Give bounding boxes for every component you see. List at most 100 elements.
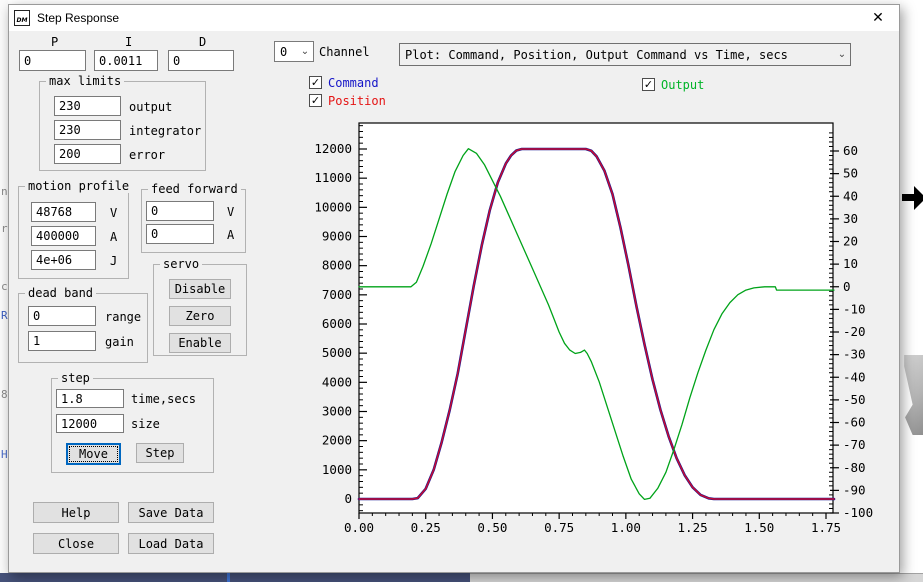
svg-text:4000: 4000 <box>322 374 352 389</box>
background-text-fragment: n <box>1 185 8 198</box>
background-window-left-sliver: nrcR8(H <box>0 0 8 573</box>
position-checkbox[interactable]: ✓ <box>309 94 322 107</box>
command-checkbox[interactable]: ✓ <box>309 76 322 89</box>
step-size-field[interactable] <box>56 414 124 433</box>
screen: { "window": { "title": "Step Response", … <box>0 0 923 582</box>
chevron-down-icon: ⌄ <box>297 46 313 57</box>
svg-text:3000: 3000 <box>322 403 352 418</box>
plot-background <box>359 123 833 513</box>
dead-band-range-field[interactable] <box>28 306 96 326</box>
svg-text:0.25: 0.25 <box>411 520 441 535</box>
background-text-fragment: R <box>1 309 8 322</box>
svg-text:7000: 7000 <box>322 287 352 302</box>
svg-text:1.25: 1.25 <box>678 520 708 535</box>
d-gain-field[interactable] <box>168 50 234 71</box>
ff-acceleration-label: A <box>227 228 234 242</box>
max-error-field[interactable] <box>54 144 121 164</box>
help-button[interactable]: Help <box>33 502 119 523</box>
i-gain-field[interactable] <box>94 50 158 71</box>
step-response-plot: 0.000.250.500.751.001.251.501.7501000200… <box>301 109 879 555</box>
command-legend-label: Command <box>328 76 379 90</box>
svg-text:-90: -90 <box>843 482 866 497</box>
svg-text:0.00: 0.00 <box>344 520 374 535</box>
position-legend-label: Position <box>328 94 386 108</box>
svg-text:-50: -50 <box>843 392 866 407</box>
step-time-field[interactable] <box>56 389 124 408</box>
svg-text:2000: 2000 <box>322 433 352 448</box>
servo-zero-button[interactable]: Zero <box>169 306 231 326</box>
servo-enable-button[interactable]: Enable <box>169 333 231 353</box>
svg-text:10: 10 <box>843 256 858 271</box>
motion-profile-title: motion profile <box>25 179 132 193</box>
chevron-down-icon: ⌄ <box>834 49 850 60</box>
close-button[interactable]: Close <box>33 533 119 554</box>
svg-text:50: 50 <box>843 166 858 181</box>
plot-type-select[interactable]: Plot: Command, Position, Output Command … <box>399 43 851 66</box>
plot-type-value: Plot: Command, Position, Output Command … <box>400 48 834 62</box>
svg-text:1.50: 1.50 <box>744 520 774 535</box>
output-checkbox[interactable]: ✓ <box>642 78 655 91</box>
acceleration-field[interactable] <box>31 226 96 246</box>
svg-text:12000: 12000 <box>314 141 352 156</box>
svg-text:0: 0 <box>843 279 851 294</box>
max-integrator-label: integrator <box>129 124 201 138</box>
dead-band-title: dead band <box>25 286 96 300</box>
acceleration-label: A <box>110 230 117 244</box>
svg-text:11000: 11000 <box>314 170 352 185</box>
move-button[interactable]: Move <box>66 443 121 465</box>
check-icon: ✓ <box>311 95 320 106</box>
ff-velocity-label: V <box>227 205 234 219</box>
step-size-label: size <box>131 417 160 431</box>
background-text-fragment: 8( <box>1 388 8 401</box>
p-gain-field[interactable] <box>19 50 86 71</box>
step-title: step <box>58 371 93 385</box>
jerk-label: J <box>110 254 117 268</box>
load-data-button[interactable]: Load Data <box>128 533 214 554</box>
step-button[interactable]: Step <box>136 443 184 463</box>
max-error-label: error <box>129 148 165 162</box>
gray-3d-arrow-icon <box>900 355 923 435</box>
svg-text:20: 20 <box>843 234 858 249</box>
max-limits-title: max limits <box>46 74 124 88</box>
svg-text:8000: 8000 <box>322 258 352 273</box>
background-text-fragment: H <box>1 448 8 461</box>
ff-acceleration-field[interactable] <box>146 224 214 244</box>
d-label: D <box>199 35 206 49</box>
max-output-label: output <box>129 100 172 114</box>
background-bottom-band-right <box>470 573 923 582</box>
svg-text:5000: 5000 <box>322 345 352 360</box>
check-icon: ✓ <box>644 79 653 90</box>
background-accent-line <box>227 573 230 582</box>
dead-band-gain-label: gain <box>105 335 134 349</box>
velocity-label: V <box>110 206 117 220</box>
svg-text:0: 0 <box>344 491 352 506</box>
max-output-field[interactable] <box>54 96 121 116</box>
velocity-field[interactable] <box>31 202 96 222</box>
dead-band-gain-field[interactable] <box>28 331 96 351</box>
background-text-fragment: c <box>1 280 8 293</box>
ff-velocity-field[interactable] <box>146 201 214 221</box>
background-window-bottom-band <box>0 573 470 582</box>
servo-disable-button[interactable]: Disable <box>169 279 231 299</box>
channel-select[interactable]: 0 ⌄ <box>274 41 314 62</box>
svg-text:9000: 9000 <box>322 228 352 243</box>
svg-text:-70: -70 <box>843 437 866 452</box>
step-response-dialog: DM Step Response ✕ P I D 0 ⌄ Channel Plo… <box>8 4 900 573</box>
max-integrator-field[interactable] <box>54 120 121 140</box>
title-bar: DM Step Response ✕ <box>9 5 899 31</box>
feed-forward-title: feed forward <box>148 182 241 196</box>
jerk-field[interactable] <box>31 250 96 270</box>
window-title: Step Response <box>37 11 119 25</box>
svg-text:-20: -20 <box>843 324 866 339</box>
svg-text:1.00: 1.00 <box>611 520 641 535</box>
close-window-button[interactable]: ✕ <box>861 5 895 30</box>
p-label: P <box>51 35 58 49</box>
svg-text:-10: -10 <box>843 301 866 316</box>
dead-band-range-label: range <box>105 310 141 324</box>
check-icon: ✓ <box>311 77 320 88</box>
channel-label: Channel <box>319 45 370 59</box>
save-data-button[interactable]: Save Data <box>128 502 214 523</box>
i-label: I <box>125 35 132 49</box>
svg-text:60: 60 <box>843 143 858 158</box>
x-axis: 0.000.250.500.751.001.251.501.75 <box>344 513 841 535</box>
